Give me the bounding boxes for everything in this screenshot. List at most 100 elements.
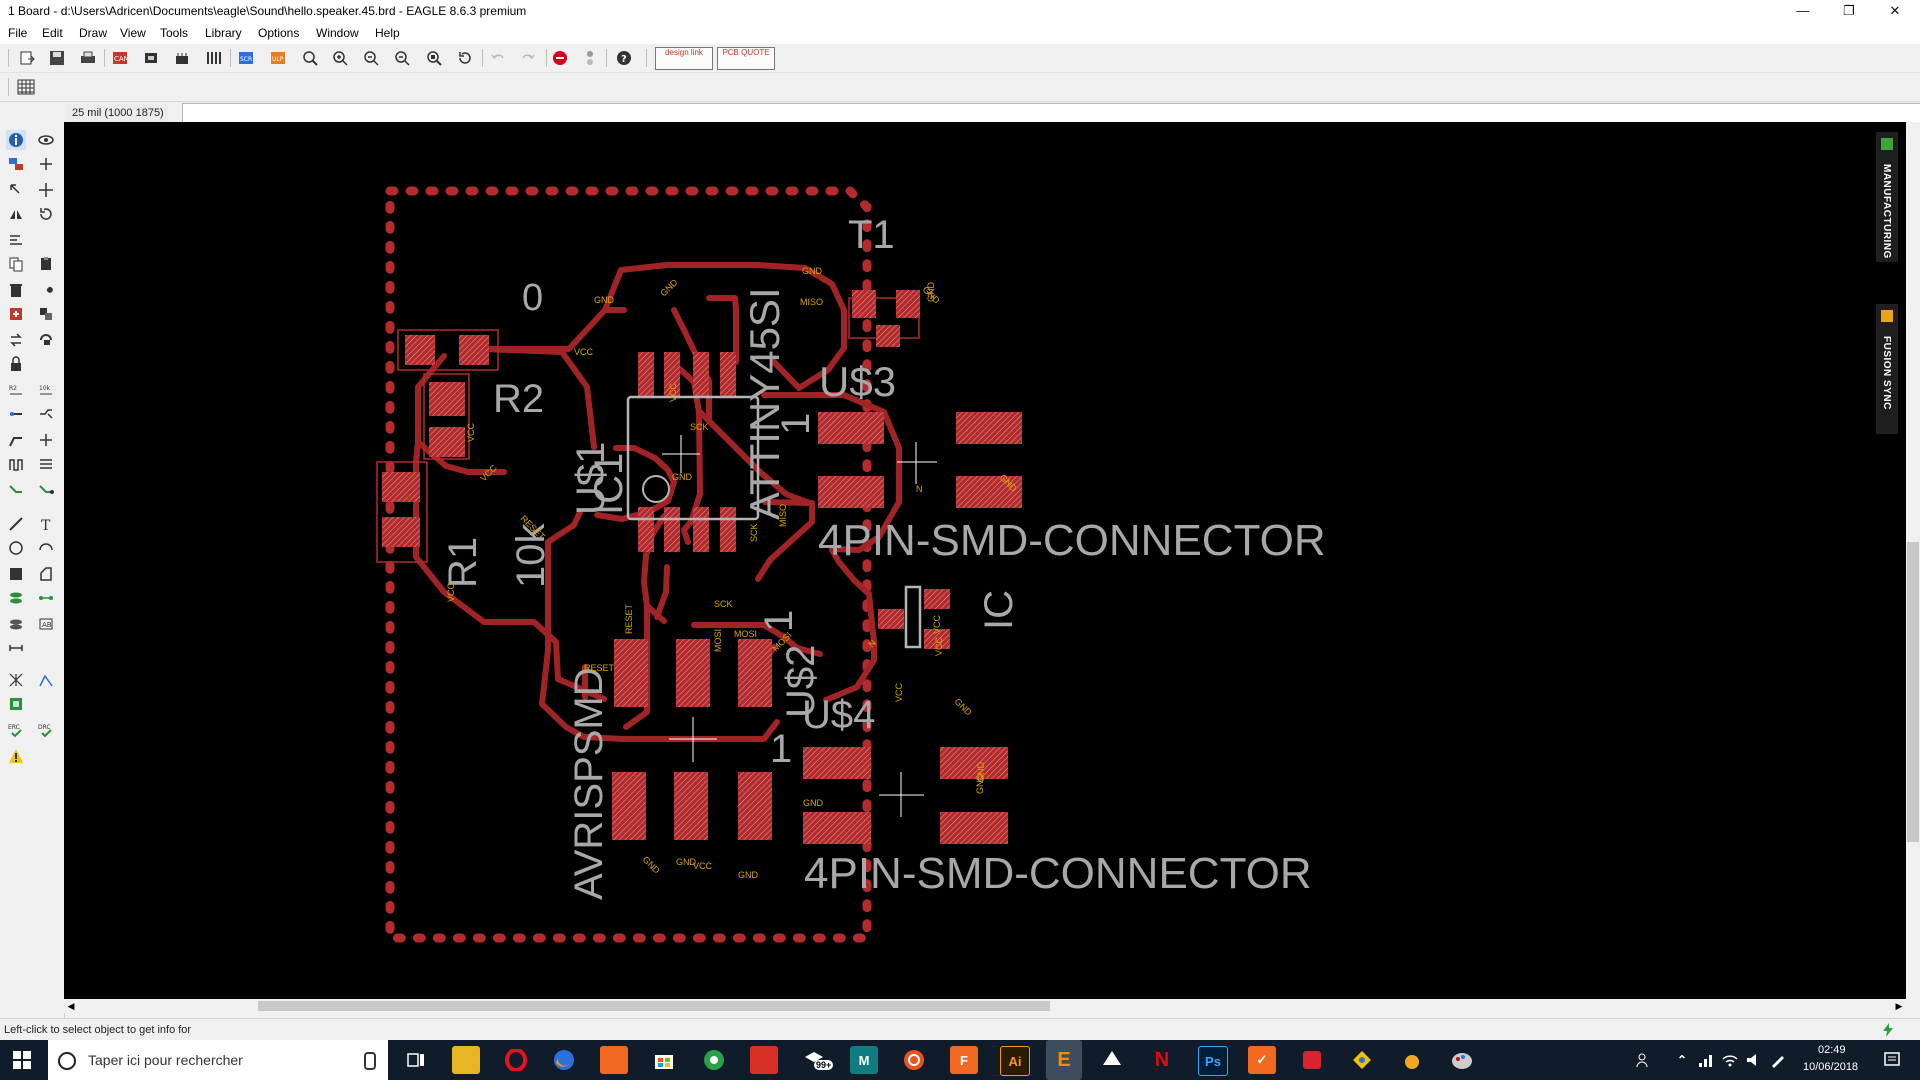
design-link-button[interactable]: design link [655,47,713,70]
text-icon[interactable]: T [36,514,56,534]
todoist-icon[interactable]: ✓ [1248,1046,1276,1074]
fiverr-icon[interactable]: F [950,1046,978,1074]
schematic-icon[interactable] [172,48,192,68]
copy-icon[interactable] [6,254,26,274]
eagle-icon[interactable]: E [1046,1040,1082,1080]
via-icon[interactable] [6,588,26,608]
fusion-sync-tab[interactable]: FUSION SYNC [1876,304,1898,434]
replace-icon[interactable] [36,304,56,324]
swap-icon[interactable] [6,330,26,350]
invoke-icon[interactable] [36,330,56,350]
microphone-icon[interactable] [364,1052,376,1070]
ripup-icon[interactable] [36,454,56,474]
menu-options[interactable]: Options [258,26,299,40]
dimension-icon[interactable] [6,638,26,658]
open-icon[interactable] [18,48,38,68]
erc-icon[interactable]: ERC [6,720,26,740]
sketch-icon[interactable] [1398,1046,1426,1074]
notification-icon[interactable] [1878,1046,1906,1074]
explorer-icon[interactable] [452,1046,480,1074]
horizontal-scrollbar[interactable]: ◀ ▶ [64,999,1906,1013]
inkscape-icon[interactable] [1098,1046,1126,1074]
smash-icon[interactable] [6,404,26,424]
maya-icon[interactable]: M [850,1046,878,1074]
illustrator-icon[interactable]: Ai [1000,1046,1030,1076]
attribute-icon[interactable]: AB [36,614,56,634]
cam-icon[interactable]: CAM [110,48,130,68]
line-icon[interactable] [6,514,26,534]
zoom-out-icon[interactable] [361,48,381,68]
help-icon[interactable]: ? [614,48,634,68]
horizontal-scroll-thumb[interactable] [258,1001,1050,1011]
script-icon[interactable]: SCR [236,48,256,68]
mail-icon[interactable]: 99+ [800,1046,834,1074]
blender-icon[interactable] [1348,1046,1376,1074]
move-cross-icon[interactable] [36,180,56,200]
menu-view[interactable]: View [120,26,146,40]
stop-icon[interactable] [550,48,570,68]
menu-help[interactable]: Help [375,26,400,40]
lock-icon[interactable] [6,354,26,374]
task-view-icon[interactable] [402,1046,430,1074]
menu-window[interactable]: Window [316,26,359,40]
board-canvas[interactable]: T1 0 R2 IC 1 U$1 ATTINY45SI U$3 1 4PIN-SM… [64,122,1906,999]
mark-icon[interactable] [36,154,56,174]
align-icon[interactable] [6,230,26,250]
ubuntu-icon[interactable] [900,1046,928,1074]
polygon-icon[interactable] [36,564,56,584]
zoom-fit-icon[interactable] [300,48,320,68]
mirror-icon[interactable] [6,204,26,224]
ratsnest-icon[interactable] [6,670,26,690]
pen-icon[interactable] [1764,1046,1792,1074]
menu-tools[interactable]: Tools [160,26,188,40]
name-icon[interactable]: R2 [6,380,26,400]
chrome-icon[interactable] [700,1046,728,1074]
redraw-icon[interactable] [455,48,475,68]
hole-icon[interactable] [6,614,26,634]
manufacturing-tab[interactable]: MANUFACTURING [1876,132,1898,262]
junction-icon[interactable] [36,430,56,450]
circle-icon[interactable] [6,538,26,558]
move-icon[interactable] [6,180,26,200]
optimize-icon[interactable] [6,430,26,450]
rect-icon[interactable] [6,564,26,584]
menu-draw[interactable]: Draw [79,26,107,40]
value-icon[interactable]: 10k [36,380,56,400]
display-icon[interactable] [6,154,26,174]
delete-icon[interactable] [6,280,26,300]
menu-library[interactable]: Library [205,26,242,40]
firefox-icon[interactable] [550,1046,578,1074]
add-icon[interactable] [6,304,26,324]
pcb-quote-button[interactable]: PCB QUOTE [717,47,775,70]
arc-icon[interactable] [36,538,56,558]
restore-icon[interactable]: ❐ [1826,0,1872,24]
taskbar-search[interactable]: Taper ici pour rechercher [48,1040,388,1080]
ulp-icon[interactable]: ULP [268,48,288,68]
people-icon[interactable] [1630,1046,1658,1074]
board-icon[interactable] [141,48,161,68]
photoshop-icon[interactable]: Ps [1198,1046,1228,1076]
paint-icon[interactable] [1448,1046,1476,1074]
app-icon[interactable] [600,1046,628,1074]
drc-icon[interactable]: DRC [36,720,56,740]
show-icon[interactable] [36,130,56,150]
acrobat-icon[interactable] [1298,1046,1326,1074]
save-icon[interactable] [47,48,67,68]
meander-icon[interactable] [6,454,26,474]
opera-icon[interactable] [502,1046,530,1074]
vertical-scroll-thumb[interactable] [1907,542,1919,842]
autorouter-icon[interactable] [36,670,56,690]
route-icon[interactable] [6,480,26,500]
menu-edit[interactable]: Edit [42,26,63,40]
warning-icon[interactable] [6,746,26,766]
close-icon[interactable]: ✕ [1872,0,1918,24]
scroll-left-icon[interactable]: ◀ [64,999,78,1013]
split-icon[interactable] [36,404,56,424]
wrench-icon[interactable] [36,280,56,300]
go-icon[interactable] [580,48,600,68]
library-icon[interactable] [204,48,224,68]
zoom-area-icon[interactable] [424,48,444,68]
menu-file[interactable]: File [8,26,27,40]
scroll-right-icon[interactable]: ▶ [1892,999,1906,1013]
redo-icon[interactable] [518,48,538,68]
